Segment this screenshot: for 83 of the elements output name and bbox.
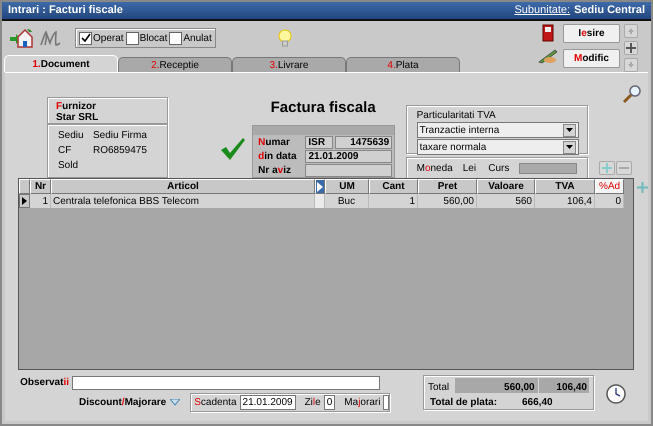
rate-field[interactable] <box>519 162 578 174</box>
pen-hand-icon[interactable] <box>537 48 559 64</box>
table-cell: Buc <box>325 194 369 208</box>
field-label: CF <box>58 144 72 158</box>
field-value: Sediu Firma <box>93 129 147 143</box>
tab[interactable]: 1.Document <box>4 55 118 72</box>
field-label: Nr aviz <box>258 164 292 178</box>
supplier-label: Furnizor <box>56 101 97 112</box>
checkbox[interactable] <box>169 32 182 44</box>
column-header[interactable]: Cant <box>369 179 418 194</box>
grand-total-value: 666,40 <box>522 396 553 410</box>
currency-value: Lei <box>462 162 476 176</box>
field-label: Sold <box>58 159 80 173</box>
table-cell: 560 <box>477 194 535 208</box>
column-header[interactable]: Pret <box>418 179 477 194</box>
input-field[interactable]: 0 <box>324 395 336 410</box>
table-cell <box>315 194 325 208</box>
table-cell: 106,4 <box>535 194 595 208</box>
column-header[interactable]: %Ad <box>595 179 624 194</box>
home-exit-icon[interactable] <box>9 28 33 48</box>
input-field[interactable] <box>383 395 390 410</box>
table-cell: 0 <box>595 194 624 208</box>
rate-label: Curs <box>488 162 510 176</box>
dropdown[interactable]: Tranzactie interna <box>416 122 580 138</box>
field-label: Numar <box>258 136 291 150</box>
dropdown-arrow-icon[interactable] <box>566 128 574 132</box>
discount-label: Discount/Majorare <box>79 396 166 410</box>
checkbox[interactable] <box>126 32 139 44</box>
field-label: Zile <box>304 396 321 410</box>
dropdown[interactable]: taxare normala <box>416 139 580 155</box>
date-field[interactable] <box>305 164 392 177</box>
notes-field[interactable] <box>72 376 380 390</box>
dropdown-triangle-icon[interactable] <box>170 399 180 406</box>
vat-label: Particularitati TVA <box>416 109 497 121</box>
door-icon[interactable] <box>542 24 554 42</box>
table-cell: 560,00 <box>418 194 477 208</box>
number-field[interactable]: 1475639 <box>335 136 392 149</box>
checkbox-label: Blocat <box>140 32 168 46</box>
total-label: Total <box>428 381 450 393</box>
script-m-icon[interactable] <box>39 29 61 47</box>
subunit-value: Sediu Central <box>574 3 645 18</box>
input-field[interactable]: 21.01.2009 <box>240 395 296 410</box>
tab[interactable]: 3.Livrare <box>232 57 346 72</box>
down-arrow-icon <box>627 61 635 69</box>
field-label: din data <box>258 150 298 164</box>
checkbox-label: Operat <box>93 32 124 46</box>
toolbar-button[interactable]: Iesire <box>563 24 620 43</box>
magnifier-icon[interactable] <box>622 85 642 104</box>
window-title: Intrari : Facturi fiscale <box>8 3 123 18</box>
minus-icon <box>619 166 630 170</box>
total-net-value: 560,00 <box>454 378 538 393</box>
lightbulb-icon[interactable] <box>278 29 292 47</box>
field-label: Scadenta <box>194 396 237 410</box>
notes-label: Observatii <box>19 376 69 390</box>
table-cell: 1 <box>369 194 418 208</box>
series-field[interactable]: ISR <box>305 136 334 149</box>
table-cell: Centrala telefonica BBS Telecom <box>51 194 315 208</box>
add-button[interactable] <box>624 41 638 55</box>
field-label: Sediu <box>58 129 85 143</box>
dropdown-arrow-icon[interactable] <box>566 145 574 149</box>
checkbox-label: Anulat <box>183 32 212 46</box>
table-cell: 1 <box>30 194 51 208</box>
expand-arrow-icon[interactable] <box>316 182 324 192</box>
column-header[interactable]: UM <box>325 179 369 194</box>
tab[interactable]: 4.Plata <box>346 57 460 72</box>
column-header[interactable]: Valoare <box>477 179 535 194</box>
total-vat-value: 106,40 <box>538 378 589 393</box>
column-header[interactable]: Articol <box>51 179 315 194</box>
clock-icon[interactable] <box>606 384 626 404</box>
date-field[interactable]: 21.01.2009 <box>305 150 392 163</box>
toolbar-button[interactable]: Modific <box>563 49 620 68</box>
supplier-name: Star SRL <box>56 112 100 123</box>
tab[interactable]: 2.Receptie <box>118 57 232 72</box>
up-arrow-icon <box>627 27 635 35</box>
column-header[interactable]: Nr <box>30 179 51 194</box>
subunit-label[interactable]: Subunitate: <box>514 2 570 19</box>
field-label: Majorari <box>344 396 380 410</box>
checkbox[interactable] <box>79 32 92 44</box>
field-value: RO6859475 <box>93 144 147 158</box>
document-title: Factura fiscala <box>270 98 377 118</box>
column-header[interactable]: TVA <box>535 179 595 194</box>
currency-label: Moneda <box>416 162 453 176</box>
grand-total-label: Total de plata: <box>429 396 498 410</box>
